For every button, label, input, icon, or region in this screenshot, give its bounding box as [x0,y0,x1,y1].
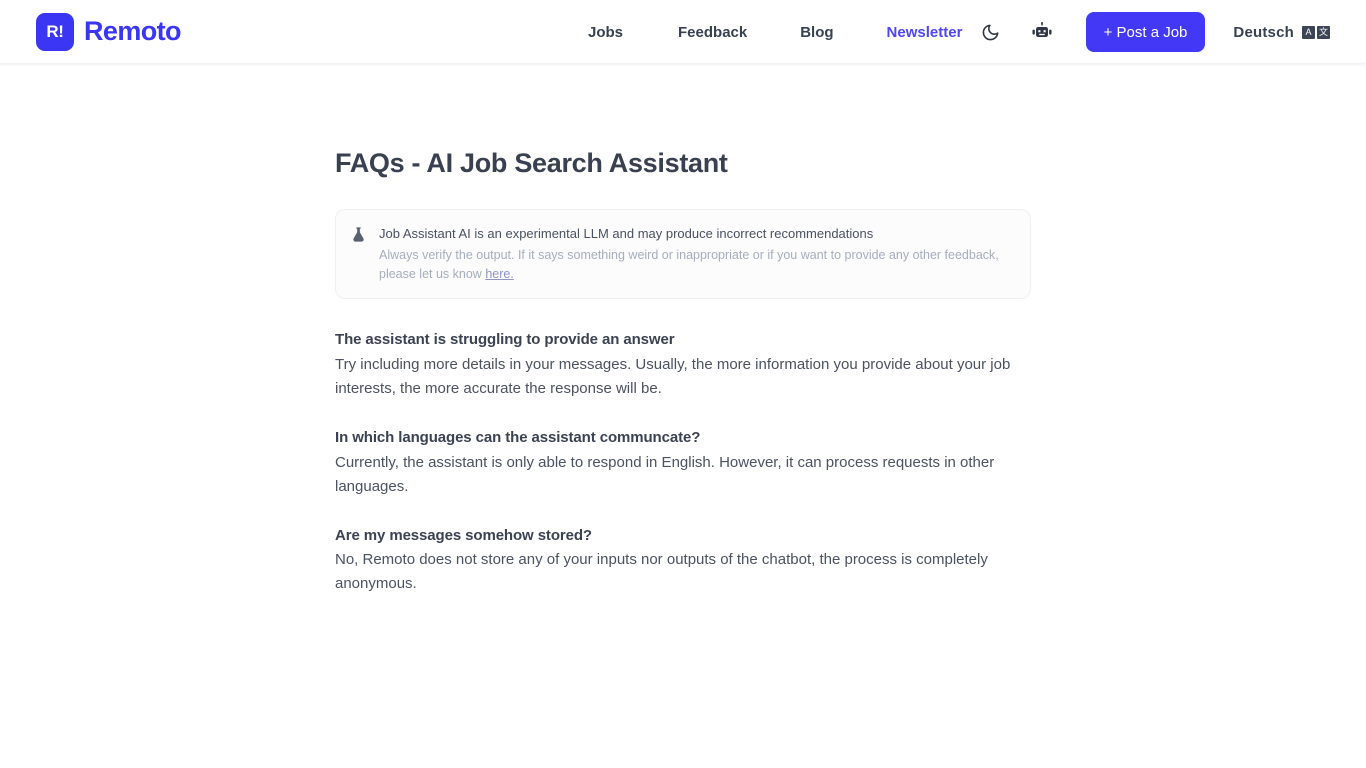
language-switcher[interactable]: Deutsch A 文 [1233,24,1330,41]
brand-name: Remoto [84,16,181,47]
translate-icon-latin: A [1302,26,1315,39]
nav-item-feedback[interactable]: Feedback [678,24,747,41]
faq-list: The assistant is struggling to provide a… [335,329,1031,596]
site-header: R! Remoto Jobs Feedback Blog Newsletter [0,0,1366,64]
main-content: FAQs - AI Job Search Assistant Job Assis… [0,64,1366,596]
warning-body: Job Assistant AI is an experimental LLM … [379,224,1014,283]
header-actions: + Post a Job Deutsch A 文 [974,0,1366,64]
post-a-job-button[interactable]: + Post a Job [1086,12,1206,52]
main-nav: Jobs Feedback Blog Newsletter [588,0,962,64]
experimental-warning-banner: Job Assistant AI is an experimental LLM … [335,209,1031,299]
warning-text: Always verify the output. If it says som… [379,246,1014,283]
moon-icon[interactable] [974,15,1008,49]
faq-answer: Try including more details in your messa… [335,353,1025,401]
faq-answer: No, Remoto does not store any of your in… [335,548,1025,596]
faq-question: In which languages can the assistant com… [335,427,1031,449]
warning-title: Job Assistant AI is an experimental LLM … [379,225,1014,244]
translate-icon-cjk: 文 [1317,26,1330,39]
brand-logo[interactable]: R! Remoto [36,13,181,51]
faq-answer: Currently, the assistant is only able to… [335,451,1025,499]
translate-icon: A 文 [1302,26,1330,39]
nav-item-blog[interactable]: Blog [800,24,833,41]
nav-item-jobs[interactable]: Jobs [588,24,623,41]
robot-icon[interactable] [1025,15,1059,49]
language-label: Deutsch [1233,24,1294,41]
page-title: FAQs - AI Job Search Assistant [335,147,1031,179]
feedback-link[interactable]: here. [485,267,514,281]
faq-question: Are my messages somehow stored? [335,525,1031,547]
nav-item-newsletter[interactable]: Newsletter [887,24,963,41]
faq-item: Are my messages somehow stored? No, Remo… [335,525,1031,597]
faq-question: The assistant is struggling to provide a… [335,329,1031,351]
warning-text-body: Always verify the output. If it says som… [379,248,999,281]
flask-icon [350,226,367,243]
brand-mark-icon: R! [36,13,74,51]
content-column: FAQs - AI Job Search Assistant Job Assis… [315,147,1051,596]
faq-item: In which languages can the assistant com… [335,427,1031,499]
faq-item: The assistant is struggling to provide a… [335,329,1031,401]
